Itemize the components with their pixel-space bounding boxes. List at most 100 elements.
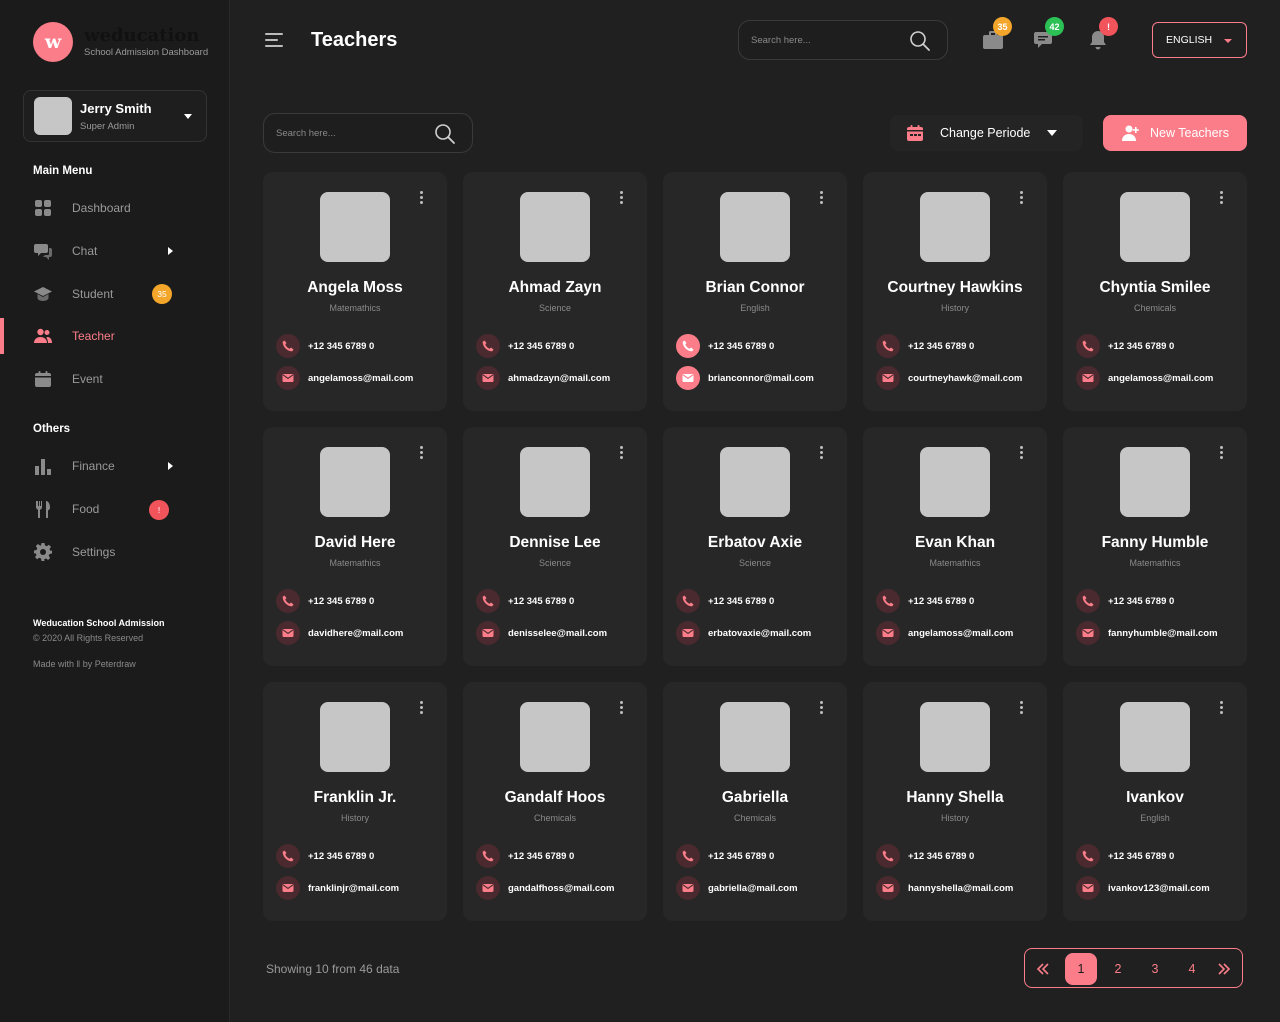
email-button[interactable]	[876, 621, 900, 645]
phone-icon	[482, 850, 494, 862]
sidebar-item-teacher[interactable]: Teacher	[0, 318, 229, 354]
teacher-card[interactable]: Evan Khan Matemathics +12 345 6789 0 ang…	[863, 427, 1047, 666]
more-vertical-icon[interactable]	[615, 190, 627, 206]
phone-call-button[interactable]	[476, 844, 500, 868]
teacher-card[interactable]: Hanny Shella History +12 345 6789 0 hann…	[863, 682, 1047, 921]
language-select[interactable]: ENGLISH	[1152, 22, 1247, 58]
more-vertical-icon[interactable]	[415, 700, 427, 716]
phone-call-button[interactable]	[876, 589, 900, 613]
new-teachers-button[interactable]: New Teachers	[1103, 115, 1247, 151]
mail-icon	[482, 884, 494, 892]
teacher-card[interactable]: Franklin Jr. History +12 345 6789 0 fran…	[263, 682, 447, 921]
brand[interactable]: w weducation School Admission Dashboard	[33, 22, 208, 62]
email-button[interactable]	[1076, 621, 1100, 645]
page-button-3[interactable]: 3	[1139, 953, 1171, 985]
phone-call-button[interactable]	[276, 844, 300, 868]
phone-call-button[interactable]	[476, 589, 500, 613]
email-button[interactable]	[676, 876, 700, 900]
teacher-avatar	[520, 447, 590, 517]
more-vertical-icon[interactable]	[815, 445, 827, 461]
teacher-card[interactable]: Erbatov Axie Science +12 345 6789 0 erba…	[663, 427, 847, 666]
calendar-icon	[907, 125, 923, 141]
email-button[interactable]	[276, 366, 300, 390]
more-vertical-icon[interactable]	[1015, 700, 1027, 716]
email-button[interactable]	[876, 366, 900, 390]
teacher-card[interactable]: Brian Connor English +12 345 6789 0 bria…	[663, 172, 847, 411]
page-button-1[interactable]: 1	[1065, 953, 1097, 985]
sidebar-item-chat[interactable]: Chat	[0, 233, 229, 269]
sidebar-item-settings[interactable]: Settings	[0, 534, 229, 570]
teacher-phone: +12 345 6789 0	[908, 340, 975, 352]
teacher-card[interactable]: Ivankov English +12 345 6789 0 ivankov12…	[1063, 682, 1247, 921]
phone-call-button[interactable]	[476, 334, 500, 358]
phone-call-button[interactable]	[876, 844, 900, 868]
more-vertical-icon[interactable]	[1015, 190, 1027, 206]
teacher-card[interactable]: Gandalf Hoos Chemicals +12 345 6789 0 ga…	[463, 682, 647, 921]
phone-call-button[interactable]	[1076, 334, 1100, 358]
email-button[interactable]	[276, 876, 300, 900]
search-icon[interactable]	[909, 30, 931, 52]
teacher-card[interactable]: Angela Moss Matemathics +12 345 6789 0 a…	[263, 172, 447, 411]
phone-icon	[682, 850, 694, 862]
teacher-phone: +12 345 6789 0	[1108, 340, 1175, 352]
change-period-dropdown[interactable]: Change Periode	[890, 115, 1083, 151]
teacher-card[interactable]: David Here Matemathics +12 345 6789 0 da…	[263, 427, 447, 666]
header-search-input[interactable]	[751, 34, 901, 46]
sidebar-item-finance[interactable]: Finance	[0, 448, 229, 484]
teacher-email-row: hannyshella@mail.com	[876, 876, 1013, 900]
bar-chart-icon	[35, 459, 51, 475]
more-vertical-icon[interactable]	[615, 445, 627, 461]
phone-call-button[interactable]	[276, 334, 300, 358]
sidebar-item-label: Finance	[72, 459, 115, 473]
sidebar-item-event[interactable]: Event	[0, 361, 229, 397]
more-vertical-icon[interactable]	[1215, 700, 1227, 716]
email-button[interactable]	[676, 621, 700, 645]
teacher-card[interactable]: Ahmad Zayn Science +12 345 6789 0 ahmadz…	[463, 172, 647, 411]
phone-call-button[interactable]	[1076, 844, 1100, 868]
first-page-button[interactable]	[1027, 953, 1059, 985]
phone-call-button[interactable]	[876, 334, 900, 358]
phone-call-button[interactable]	[276, 589, 300, 613]
sidebar-item-student[interactable]: Student 35	[0, 276, 229, 312]
email-button[interactable]	[476, 876, 500, 900]
sidebar-item-dashboard[interactable]: Dashboard	[0, 190, 229, 226]
teacher-phone-row: +12 345 6789 0	[476, 844, 574, 868]
teacher-card[interactable]: Gabriella Chemicals +12 345 6789 0 gabri…	[663, 682, 847, 921]
teacher-phone: +12 345 6789 0	[308, 850, 375, 862]
page-button-2[interactable]: 2	[1102, 953, 1134, 985]
phone-call-button[interactable]	[1076, 589, 1100, 613]
teacher-card[interactable]: Dennise Lee Science +12 345 6789 0 denis…	[463, 427, 647, 666]
more-vertical-icon[interactable]	[415, 190, 427, 206]
more-vertical-icon[interactable]	[815, 190, 827, 206]
search-icon[interactable]	[434, 123, 456, 145]
user-profile-dropdown[interactable]: Jerry Smith Super Admin	[23, 90, 207, 142]
more-vertical-icon[interactable]	[615, 700, 627, 716]
more-vertical-icon[interactable]	[1215, 445, 1227, 461]
student-count-badge: 35	[152, 284, 172, 304]
teacher-search-input[interactable]	[276, 127, 426, 139]
phone-call-button[interactable]	[676, 334, 700, 358]
hamburger-menu-icon[interactable]	[265, 33, 283, 47]
page-button-4[interactable]: 4	[1176, 953, 1208, 985]
more-vertical-icon[interactable]	[1215, 190, 1227, 206]
phone-call-button[interactable]	[676, 589, 700, 613]
email-button[interactable]	[876, 876, 900, 900]
more-vertical-icon[interactable]	[415, 445, 427, 461]
email-button[interactable]	[676, 366, 700, 390]
more-vertical-icon[interactable]	[1015, 445, 1027, 461]
more-vertical-icon[interactable]	[815, 700, 827, 716]
email-button[interactable]	[276, 621, 300, 645]
last-page-button[interactable]	[1208, 953, 1240, 985]
teacher-email: brianconnor@mail.com	[708, 372, 814, 384]
email-button[interactable]	[1076, 366, 1100, 390]
teacher-card[interactable]: Fanny Humble Matemathics +12 345 6789 0 …	[1063, 427, 1247, 666]
email-button[interactable]	[476, 621, 500, 645]
teacher-avatar	[720, 447, 790, 517]
email-button[interactable]	[476, 366, 500, 390]
sidebar-item-food[interactable]: Food !	[0, 491, 229, 527]
teacher-card[interactable]: Chyntia Smilee Chemicals +12 345 6789 0 …	[1063, 172, 1247, 411]
email-button[interactable]	[1076, 876, 1100, 900]
phone-call-button[interactable]	[676, 844, 700, 868]
teacher-card[interactable]: Courtney Hawkins History +12 345 6789 0 …	[863, 172, 1047, 411]
teacher-avatar	[920, 192, 990, 262]
